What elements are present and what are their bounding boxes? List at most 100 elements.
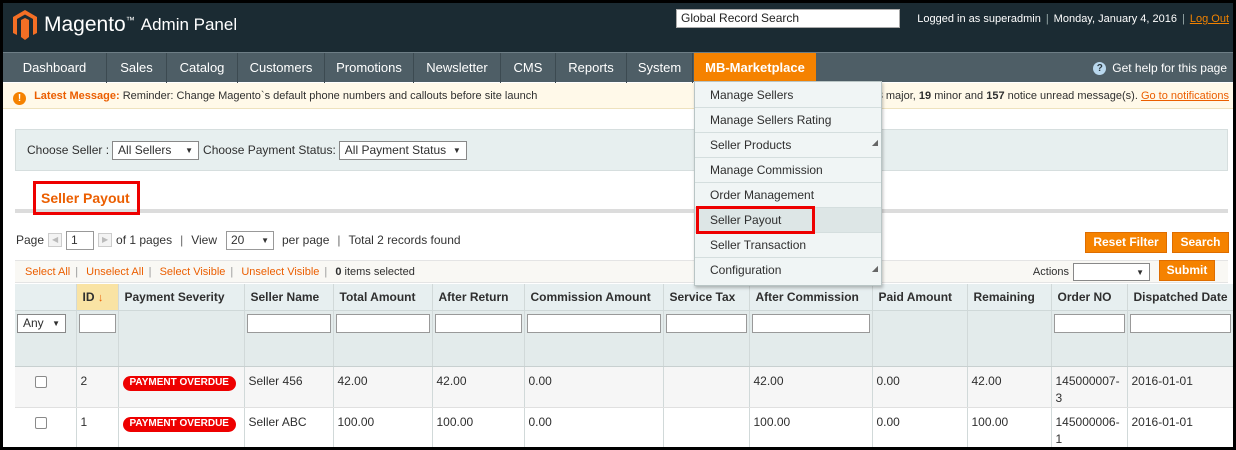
column-header-dispatched-date[interactable]: Dispatched Date bbox=[1127, 284, 1233, 311]
after-commission-filter-input[interactable] bbox=[751, 313, 870, 333]
logged-in-text: Logged in as superadmin bbox=[917, 13, 1041, 25]
select-all-link[interactable]: Select All bbox=[25, 266, 70, 278]
column-header-order-no[interactable]: Order NO bbox=[1051, 284, 1128, 311]
nav-reports[interactable]: Reports bbox=[556, 53, 627, 83]
nav-cms[interactable]: CMS bbox=[501, 53, 556, 83]
unselect-visible-link[interactable]: Unselect Visible bbox=[241, 266, 319, 278]
cell-seller: Seller 456 bbox=[244, 366, 334, 408]
cell-order-no: 145000006-1 bbox=[1051, 407, 1128, 447]
page-input[interactable]: 1 bbox=[66, 230, 95, 250]
separator: | bbox=[1182, 13, 1185, 25]
submit-button[interactable]: Submit bbox=[1159, 260, 1215, 281]
submenu-arrow-icon: ◢ bbox=[871, 138, 878, 147]
seller-payout-highlight bbox=[696, 206, 815, 234]
nav-mb-marketplace[interactable]: MB-Marketplace bbox=[694, 53, 816, 83]
after-return-filter-input[interactable] bbox=[434, 313, 522, 333]
payment-status-label: Choose Payment Status: bbox=[203, 143, 336, 157]
column-header-total-amount[interactable]: Total Amount bbox=[333, 284, 433, 311]
column-header-commission-amount[interactable]: Commission Amount bbox=[524, 284, 664, 311]
column-header-payment-severity[interactable]: Payment Severity bbox=[118, 284, 245, 311]
cell-date: 2016-01-01 bbox=[1127, 366, 1233, 408]
next-page-icon[interactable]: ▶ bbox=[98, 233, 113, 247]
nav-promotions[interactable]: Promotions bbox=[325, 53, 414, 83]
reset-filter-button[interactable]: Reset Filter bbox=[1085, 232, 1167, 253]
menu-item-manage-commission[interactable]: Manage Commission bbox=[695, 158, 881, 183]
prev-page-icon[interactable]: ◀ bbox=[48, 233, 63, 247]
message-counts: 8 major, 19 minor and 157 notice unread … bbox=[877, 90, 1229, 102]
menu-item-configuration[interactable]: Configuration ◢ bbox=[695, 258, 881, 283]
grid-filter-row: Any ▼ bbox=[15, 310, 1233, 367]
cell-total: 42.00 bbox=[333, 366, 433, 408]
cell-paid: 0.00 bbox=[872, 366, 968, 408]
column-header-after-return[interactable]: After Return bbox=[432, 284, 525, 311]
menu-item-order-management[interactable]: Order Management bbox=[695, 183, 881, 208]
seller-name-filter-input[interactable] bbox=[246, 313, 331, 333]
magento-logo-icon bbox=[13, 10, 37, 40]
column-header-remaining[interactable]: Remaining bbox=[967, 284, 1052, 311]
status-badge: PAYMENT OVERDUE bbox=[122, 375, 236, 391]
actions-wrap: Actions ▼ bbox=[1033, 261, 1150, 283]
cell-seller: Seller ABC bbox=[244, 407, 334, 447]
menu-item-seller-products[interactable]: Seller Products ◢ bbox=[695, 133, 881, 158]
chevron-down-icon: ▼ bbox=[261, 235, 269, 245]
logout-link[interactable]: Log Out bbox=[1190, 13, 1229, 25]
seller-filter-bar: Choose Seller : All Sellers ▼ Choose Paym… bbox=[15, 129, 1228, 171]
table-row[interactable]: 2 PAYMENT OVERDUE Seller 456 42.00 42.00… bbox=[15, 366, 1233, 408]
help-icon: ? bbox=[1093, 61, 1107, 75]
page-label: Page bbox=[16, 233, 45, 247]
nav-catalog[interactable]: Catalog bbox=[167, 53, 238, 83]
header: Magento™ Admin Panel Global Record Searc… bbox=[3, 3, 1233, 52]
per-page-select[interactable]: 20 ▼ bbox=[226, 230, 274, 250]
separator: | bbox=[180, 233, 184, 247]
total-amount-filter-input[interactable] bbox=[335, 313, 430, 333]
cell-date: 2016-01-01 bbox=[1127, 407, 1233, 447]
column-header-after-commission[interactable]: After Commission bbox=[749, 284, 873, 311]
any-filter-select[interactable]: Any ▼ bbox=[17, 313, 66, 333]
dispatched-date-filter-input[interactable] bbox=[1129, 313, 1231, 333]
id-filter-input[interactable] bbox=[78, 313, 116, 333]
menu-item-manage-sellers[interactable]: Manage Sellers bbox=[695, 83, 881, 108]
menu-item-seller-transaction[interactable]: Seller Transaction bbox=[695, 233, 881, 258]
cell-id: 1 bbox=[76, 407, 119, 447]
select-visible-link[interactable]: Select Visible bbox=[160, 266, 226, 278]
of-pages-text: of 1 pages bbox=[116, 233, 173, 247]
chevron-down-icon: ▼ bbox=[452, 145, 461, 155]
unselect-all-link[interactable]: Unselect All bbox=[86, 266, 143, 278]
row-checkbox[interactable] bbox=[35, 416, 47, 429]
payment-status-select[interactable]: All Payment Status ▼ bbox=[338, 140, 467, 160]
table-row[interactable]: 1 PAYMENT OVERDUE Seller ABC 100.00 100.… bbox=[15, 407, 1233, 447]
cell-paid: 0.00 bbox=[872, 407, 968, 447]
menu-item-manage-sellers-rating[interactable]: Manage Sellers Rating bbox=[695, 108, 881, 133]
column-header-seller-name[interactable]: Seller Name bbox=[244, 284, 334, 311]
logo[interactable]: Magento™ Admin Panel bbox=[13, 10, 237, 40]
seller-select[interactable]: All Sellers ▼ bbox=[112, 140, 200, 160]
mass-action-bar: Select All | Unselect All | Select Visible… bbox=[15, 260, 1228, 283]
global-search-input[interactable]: Global Record Search bbox=[676, 9, 900, 28]
chevron-down-icon: ▼ bbox=[185, 145, 194, 155]
submenu-arrow-icon: ◢ bbox=[871, 264, 878, 273]
nav-system[interactable]: System bbox=[627, 53, 693, 83]
order-no-filter-input[interactable] bbox=[1053, 313, 1125, 333]
column-header-id[interactable]: ID ↓ bbox=[76, 284, 119, 311]
nav-sales[interactable]: Sales bbox=[107, 53, 167, 83]
commission-filter-input[interactable] bbox=[526, 313, 661, 333]
actions-select[interactable]: ▼ bbox=[1073, 263, 1150, 281]
help-link[interactable]: ? Get help for this page bbox=[1093, 53, 1227, 83]
per-page-label: per page bbox=[282, 233, 330, 247]
row-checkbox[interactable] bbox=[35, 375, 47, 388]
go-to-notifications-link[interactable]: Go to notifications bbox=[1141, 90, 1229, 102]
nav-dashboard[interactable]: Dashboard bbox=[3, 53, 107, 83]
cell-order-no: 145000007-3 bbox=[1051, 366, 1128, 408]
nav-customers[interactable]: Customers bbox=[238, 53, 325, 83]
checkbox-header bbox=[15, 284, 77, 311]
cell-remaining: 100.00 bbox=[967, 407, 1052, 447]
service-tax-filter-input[interactable] bbox=[665, 313, 747, 333]
grid-header-row: ID ↓ Payment Severity Seller Name Total … bbox=[15, 284, 1233, 311]
search-button[interactable]: Search bbox=[1172, 232, 1229, 253]
chevron-down-icon: ▼ bbox=[1136, 267, 1144, 277]
column-header-service-tax[interactable]: Service Tax bbox=[663, 284, 750, 311]
nav-newsletter[interactable]: Newsletter bbox=[414, 53, 501, 83]
cell-remaining: 42.00 bbox=[967, 366, 1052, 408]
column-header-paid-amount[interactable]: Paid Amount bbox=[872, 284, 968, 311]
cell-tax bbox=[663, 407, 750, 447]
